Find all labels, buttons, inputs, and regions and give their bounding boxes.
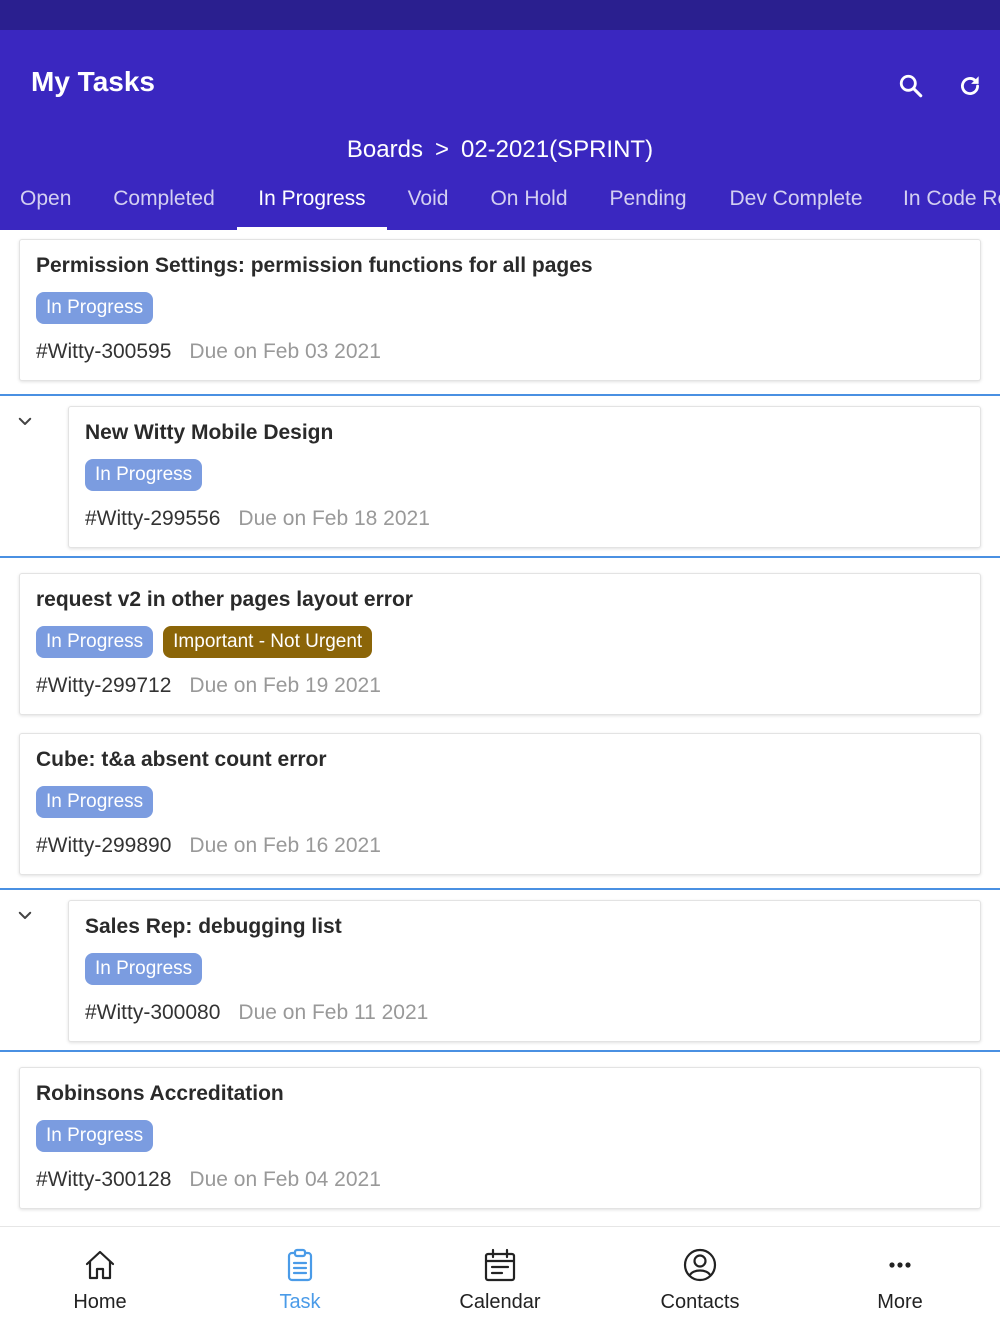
task-card[interactable]: Permission Settings: permission function…: [19, 239, 981, 381]
status-badge: In Progress: [36, 626, 154, 658]
task-card[interactable]: Robinsons Accreditation In Progress #Wit…: [19, 1067, 981, 1209]
task-card[interactable]: New Witty Mobile Design In Progress #Wit…: [68, 406, 981, 548]
due-date: Due on Feb 04 2021: [189, 1168, 381, 1191]
home-icon: [85, 1250, 115, 1280]
search-button[interactable]: [891, 66, 931, 106]
nav-label: Task: [279, 1291, 321, 1313]
task-id: #Witty-300128: [36, 1168, 172, 1191]
task-title: Robinsons Accreditation: [36, 1082, 284, 1105]
due-date: Due on Feb 18 2021: [238, 507, 430, 530]
due-date: Due on Feb 19 2021: [189, 674, 381, 697]
nav-home[interactable]: Home: [0, 1227, 200, 1334]
more-icon: [889, 1262, 911, 1268]
tab-in-code-review[interactable]: In Code Re: [903, 180, 1000, 230]
priority-badge: Important - Not Urgent: [163, 626, 373, 658]
nav-label: Contacts: [660, 1291, 740, 1313]
divider: [0, 888, 1000, 890]
task-title: Permission Settings: permission function…: [36, 254, 593, 277]
nav-label: Calendar: [459, 1291, 541, 1313]
nav-task[interactable]: Task: [200, 1227, 400, 1334]
nav-label: More: [877, 1291, 923, 1313]
clipboard-icon: [287, 1248, 313, 1282]
task-id: #Witty-300080: [85, 1001, 221, 1024]
tab-open[interactable]: Open: [20, 180, 71, 230]
task-title: Sales Rep: debugging list: [85, 915, 342, 938]
tab-on-hold[interactable]: On Hold: [489, 180, 569, 230]
divider: [0, 394, 1000, 396]
breadcrumb-separator: >: [434, 136, 449, 163]
status-tabs: Open Completed In Progress Void On Hold …: [0, 180, 1000, 230]
chevron-down-icon: [18, 417, 32, 425]
refresh-icon: [961, 76, 979, 95]
status-badge: In Progress: [36, 1120, 154, 1152]
status-badge: In Progress: [85, 459, 203, 491]
task-id: #Witty-299712: [36, 674, 172, 697]
app-header: My Tasks Boards >02-2021(SPRINT) Open Com…: [0, 30, 1000, 230]
expand-toggle[interactable]: [14, 410, 36, 432]
task-id: #Witty-299890: [36, 834, 172, 857]
task-id: #Witty-299556: [85, 507, 221, 530]
user-circle-icon: [683, 1248, 717, 1282]
status-bar: [0, 0, 1000, 30]
breadcrumb-boards[interactable]: Boards: [347, 136, 423, 163]
divider: [0, 1050, 1000, 1052]
task-card[interactable]: Cube: t&a absent count error In Progress…: [19, 733, 981, 875]
tab-completed[interactable]: Completed: [110, 180, 218, 230]
breadcrumb-current[interactable]: 02-2021(SPRINT): [461, 136, 653, 163]
tab-dev-complete[interactable]: Dev Complete: [727, 180, 865, 230]
tab-in-progress[interactable]: In Progress: [237, 180, 387, 230]
due-date: Due on Feb 03 2021: [189, 340, 381, 363]
bottom-nav: Home Task Calendar Contacts More: [0, 1226, 1000, 1334]
tab-void[interactable]: Void: [406, 180, 450, 230]
divider: [0, 556, 1000, 558]
tab-pending[interactable]: Pending: [608, 180, 688, 230]
status-badge: In Progress: [36, 292, 154, 324]
expand-toggle[interactable]: [14, 904, 36, 926]
task-card[interactable]: Sales Rep: debugging list In Progress #W…: [68, 900, 981, 1042]
refresh-button[interactable]: [950, 66, 990, 106]
task-title: Cube: t&a absent count error: [36, 748, 327, 771]
task-title: request v2 in other pages layout error: [36, 588, 413, 611]
status-badge: In Progress: [36, 786, 154, 818]
search-icon: [899, 74, 923, 98]
calendar-icon: [484, 1248, 516, 1282]
due-date: Due on Feb 11 2021: [238, 1001, 429, 1024]
task-card[interactable]: request v2 in other pages layout error I…: [19, 573, 981, 715]
nav-contacts[interactable]: Contacts: [600, 1227, 800, 1334]
task-list: Permission Settings: permission function…: [0, 230, 1000, 1226]
nav-calendar[interactable]: Calendar: [400, 1227, 600, 1334]
due-date: Due on Feb 16 2021: [189, 834, 381, 857]
nav-label: Home: [73, 1291, 127, 1313]
nav-more[interactable]: More: [800, 1227, 1000, 1334]
page-title: My Tasks: [31, 66, 155, 97]
chevron-down-icon: [18, 911, 32, 919]
task-title: New Witty Mobile Design: [85, 421, 334, 444]
status-badge: In Progress: [85, 953, 203, 985]
breadcrumb: Boards >02-2021(SPRINT): [0, 136, 1000, 164]
task-id: #Witty-300595: [36, 340, 172, 363]
